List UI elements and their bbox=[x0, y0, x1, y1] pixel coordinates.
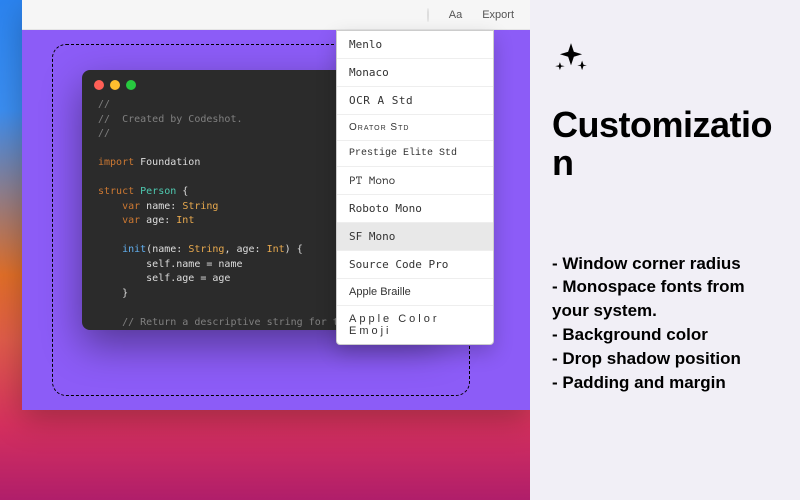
font-menu-item[interactable]: Roboto Mono bbox=[337, 195, 493, 223]
font-menu-item[interactable]: Prestige Elite Std bbox=[337, 141, 493, 167]
toolbar: Aa Export bbox=[22, 0, 530, 30]
promo-headline: Customization bbox=[552, 106, 778, 182]
color-wheel-icon bbox=[427, 8, 429, 22]
promo-panel: Customization Window corner radiusMonosp… bbox=[530, 0, 800, 500]
app-preview-pane: Aa Export // // Created by Codeshot. // … bbox=[0, 0, 530, 500]
font-menu-item[interactable]: PT Mono bbox=[337, 167, 493, 195]
font-button[interactable]: Aa bbox=[443, 7, 468, 23]
app-window: Aa Export // // Created by Codeshot. // … bbox=[22, 0, 530, 410]
sparkle-icon bbox=[552, 40, 590, 78]
font-menu-item[interactable]: Apple Color Emoji bbox=[337, 306, 493, 344]
font-menu-item[interactable]: Orator Std bbox=[337, 115, 493, 141]
feature-item: Drop shadow position bbox=[552, 347, 778, 371]
font-menu-item[interactable]: Apple Braille bbox=[337, 279, 493, 306]
color-picker-button[interactable] bbox=[421, 7, 435, 23]
feature-item: Window corner radius bbox=[552, 252, 778, 276]
font-menu-item[interactable]: Menlo bbox=[337, 31, 493, 59]
font-menu-item[interactable]: Monaco bbox=[337, 59, 493, 87]
font-menu-item[interactable]: OCR A Std bbox=[337, 87, 493, 115]
zoom-icon bbox=[126, 80, 136, 90]
feature-item: Monospace fonts from your system. bbox=[552, 275, 778, 323]
export-button[interactable]: Export bbox=[476, 7, 520, 23]
feature-item: Padding and margin bbox=[552, 371, 778, 395]
font-menu-item[interactable]: SF Mono bbox=[337, 223, 493, 251]
feature-list: Window corner radiusMonospace fonts from… bbox=[552, 252, 778, 395]
close-icon bbox=[94, 80, 104, 90]
feature-item: Background color bbox=[552, 323, 778, 347]
font-menu-item[interactable]: Source Code Pro bbox=[337, 251, 493, 279]
font-dropdown-menu[interactable]: MenloMonacoOCR A StdOrator StdPrestige E… bbox=[336, 30, 494, 345]
minimize-icon bbox=[110, 80, 120, 90]
